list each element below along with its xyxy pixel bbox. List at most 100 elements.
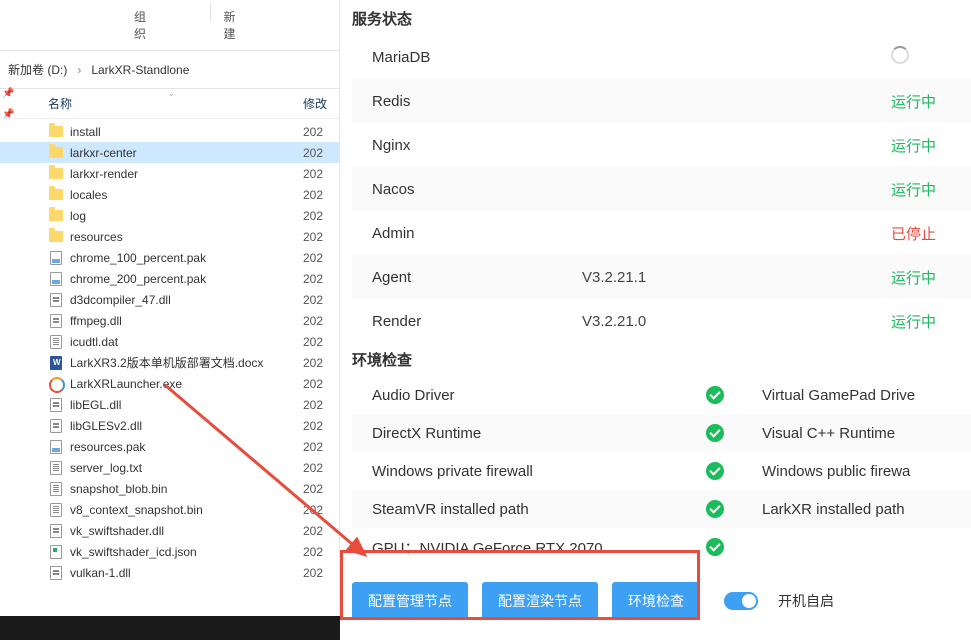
file-row[interactable]: resources.pak202 <box>0 436 339 457</box>
file-name: libGLESv2.dll <box>70 419 303 433</box>
ribbon-group[interactable]: 组织 <box>130 6 160 44</box>
file-modified: 202 <box>303 377 331 391</box>
file-row[interactable]: larkxr-render202 <box>0 163 339 184</box>
ribbon: 组织 新建 文件夹 <box>0 0 339 51</box>
env-check-label: Visual C++ Runtime <box>762 425 965 442</box>
service-panel: 服务状态 MariaDBRedis运行中Nginx运行中Nacos运行中Admi… <box>340 0 971 640</box>
file-name: locales <box>70 188 303 202</box>
dll-file-icon <box>48 313 64 329</box>
file-modified: 202 <box>303 440 331 454</box>
service-row: AgentV3.2.21.1运行中 <box>352 255 971 299</box>
env-check-row: Virtual GamePad Drive <box>742 376 971 414</box>
file-row[interactable]: chrome_100_percent.pak202 <box>0 247 339 268</box>
breadcrumb-drive[interactable]: 新加卷 (D:) <box>8 61 67 78</box>
file-row[interactable]: server_log.txt202 <box>0 457 339 478</box>
env-check-label: Windows public firewa <box>762 463 965 480</box>
column-modified[interactable]: 修改 <box>303 95 331 112</box>
service-row: RenderV3.2.21.0运行中 <box>352 299 971 343</box>
word-file-icon <box>48 355 64 371</box>
file-modified: 202 <box>303 524 331 538</box>
file-row[interactable]: resources202 <box>0 226 339 247</box>
file-row[interactable]: libEGL.dll202 <box>0 394 339 415</box>
breadcrumb[interactable]: 新加卷 (D:) › LarkXR-Standlone <box>0 51 339 89</box>
json-file-icon <box>48 544 64 560</box>
service-name: Redis <box>372 93 582 110</box>
autostart-label: 开机自启 <box>778 591 834 611</box>
service-status-title: 服务状态 <box>352 4 971 35</box>
folder-icon <box>48 208 64 224</box>
check-icon <box>706 424 724 442</box>
file-row[interactable]: libGLESv2.dll202 <box>0 415 339 436</box>
check-icon <box>706 386 724 404</box>
service-status: 运行中 <box>891 91 961 112</box>
service-name: Render <box>372 313 582 330</box>
env-check-label: Virtual GamePad Drive <box>762 387 965 404</box>
pak-file-icon <box>48 439 64 455</box>
file-row[interactable]: icudtl.dat202 <box>0 331 339 352</box>
env-check-row: Visual C++ Runtime <box>742 414 971 452</box>
file-name: icudtl.dat <box>70 335 303 349</box>
env-check-row: SteamVR installed path <box>352 490 742 528</box>
file-name: v8_context_snapshot.bin <box>70 503 303 517</box>
file-name: LarkXR3.2版本单机版部署文档.docx <box>70 354 303 371</box>
file-row[interactable]: larkxr-center202 <box>0 142 339 163</box>
dll-file-icon <box>48 523 64 539</box>
service-status: 运行中 <box>891 135 961 156</box>
file-row[interactable]: vk_swiftshader_icd.json202 <box>0 541 339 562</box>
autostart-toggle[interactable] <box>724 592 758 610</box>
file-modified: 202 <box>303 398 331 412</box>
check-icon <box>706 500 724 518</box>
file-modified: 202 <box>303 356 331 370</box>
file-row[interactable]: vulkan-1.dll202 <box>0 562 339 583</box>
env-check-button[interactable]: 环境检查 <box>612 582 700 620</box>
sort-indicator-icon: ˇ <box>170 93 173 103</box>
config-manage-node-button[interactable]: 配置管理节点 <box>352 582 468 620</box>
service-version: V3.2.21.1 <box>582 269 891 286</box>
file-modified: 202 <box>303 188 331 202</box>
env-check-title: 环境检查 <box>352 345 971 376</box>
file-row[interactable]: chrome_200_percent.pak202 <box>0 268 339 289</box>
file-row[interactable]: v8_context_snapshot.bin202 <box>0 499 339 520</box>
service-status: 运行中 <box>891 267 961 288</box>
folder-icon <box>48 145 64 161</box>
file-row[interactable]: install202 <box>0 121 339 142</box>
file-name: larkxr-render <box>70 167 303 181</box>
folder-icon <box>48 229 64 245</box>
file-explorer: 组织 新建 文件夹 新加卷 (D:) › LarkXR-Standlone 📌 … <box>0 0 340 640</box>
breadcrumb-folder[interactable]: LarkXR-Standlone <box>91 63 189 77</box>
file-list-header: 名称 ˇ 修改 <box>0 89 339 119</box>
file-row[interactable]: LarkXRLauncher.exe202 <box>0 373 339 394</box>
service-name: Admin <box>372 225 582 242</box>
file-name: ffmpeg.dll <box>70 314 303 328</box>
column-name[interactable]: 名称 <box>48 95 303 112</box>
file-name: snapshot_blob.bin <box>70 482 303 496</box>
file-modified: 202 <box>303 272 331 286</box>
folder-icon <box>48 166 64 182</box>
file-name: resources.pak <box>70 440 303 454</box>
dll-file-icon <box>48 292 64 308</box>
service-row: Nginx 运行中 <box>352 123 971 167</box>
file-list: install202larkxr-center202larkxr-render2… <box>0 119 339 585</box>
file-row[interactable]: log202 <box>0 205 339 226</box>
status-bar <box>0 616 340 640</box>
env-check-row: GPU：NVIDIA GeForce RTX 2070 <box>352 528 742 566</box>
file-row[interactable]: snapshot_blob.bin202 <box>0 478 339 499</box>
file-name: log <box>70 209 303 223</box>
config-render-node-button[interactable]: 配置渲染节点 <box>482 582 598 620</box>
ribbon-new[interactable]: 新建 <box>220 6 250 44</box>
file-modified: 202 <box>303 566 331 580</box>
env-check-row: Windows public firewa <box>742 452 971 490</box>
folder-icon <box>48 187 64 203</box>
file-row[interactable]: ffmpeg.dll202 <box>0 310 339 331</box>
file-name: resources <box>70 230 303 244</box>
file-row[interactable]: LarkXR3.2版本单机版部署文档.docx202 <box>0 352 339 373</box>
env-check-row: Audio Driver <box>352 376 742 414</box>
file-modified: 202 <box>303 230 331 244</box>
file-row[interactable]: d3dcompiler_47.dll202 <box>0 289 339 310</box>
file-name: libEGL.dll <box>70 398 303 412</box>
dll-file-icon <box>48 565 64 581</box>
service-name: Nginx <box>372 137 582 154</box>
file-row[interactable]: locales202 <box>0 184 339 205</box>
file-row[interactable]: vk_swiftshader.dll202 <box>0 520 339 541</box>
file-modified: 202 <box>303 293 331 307</box>
